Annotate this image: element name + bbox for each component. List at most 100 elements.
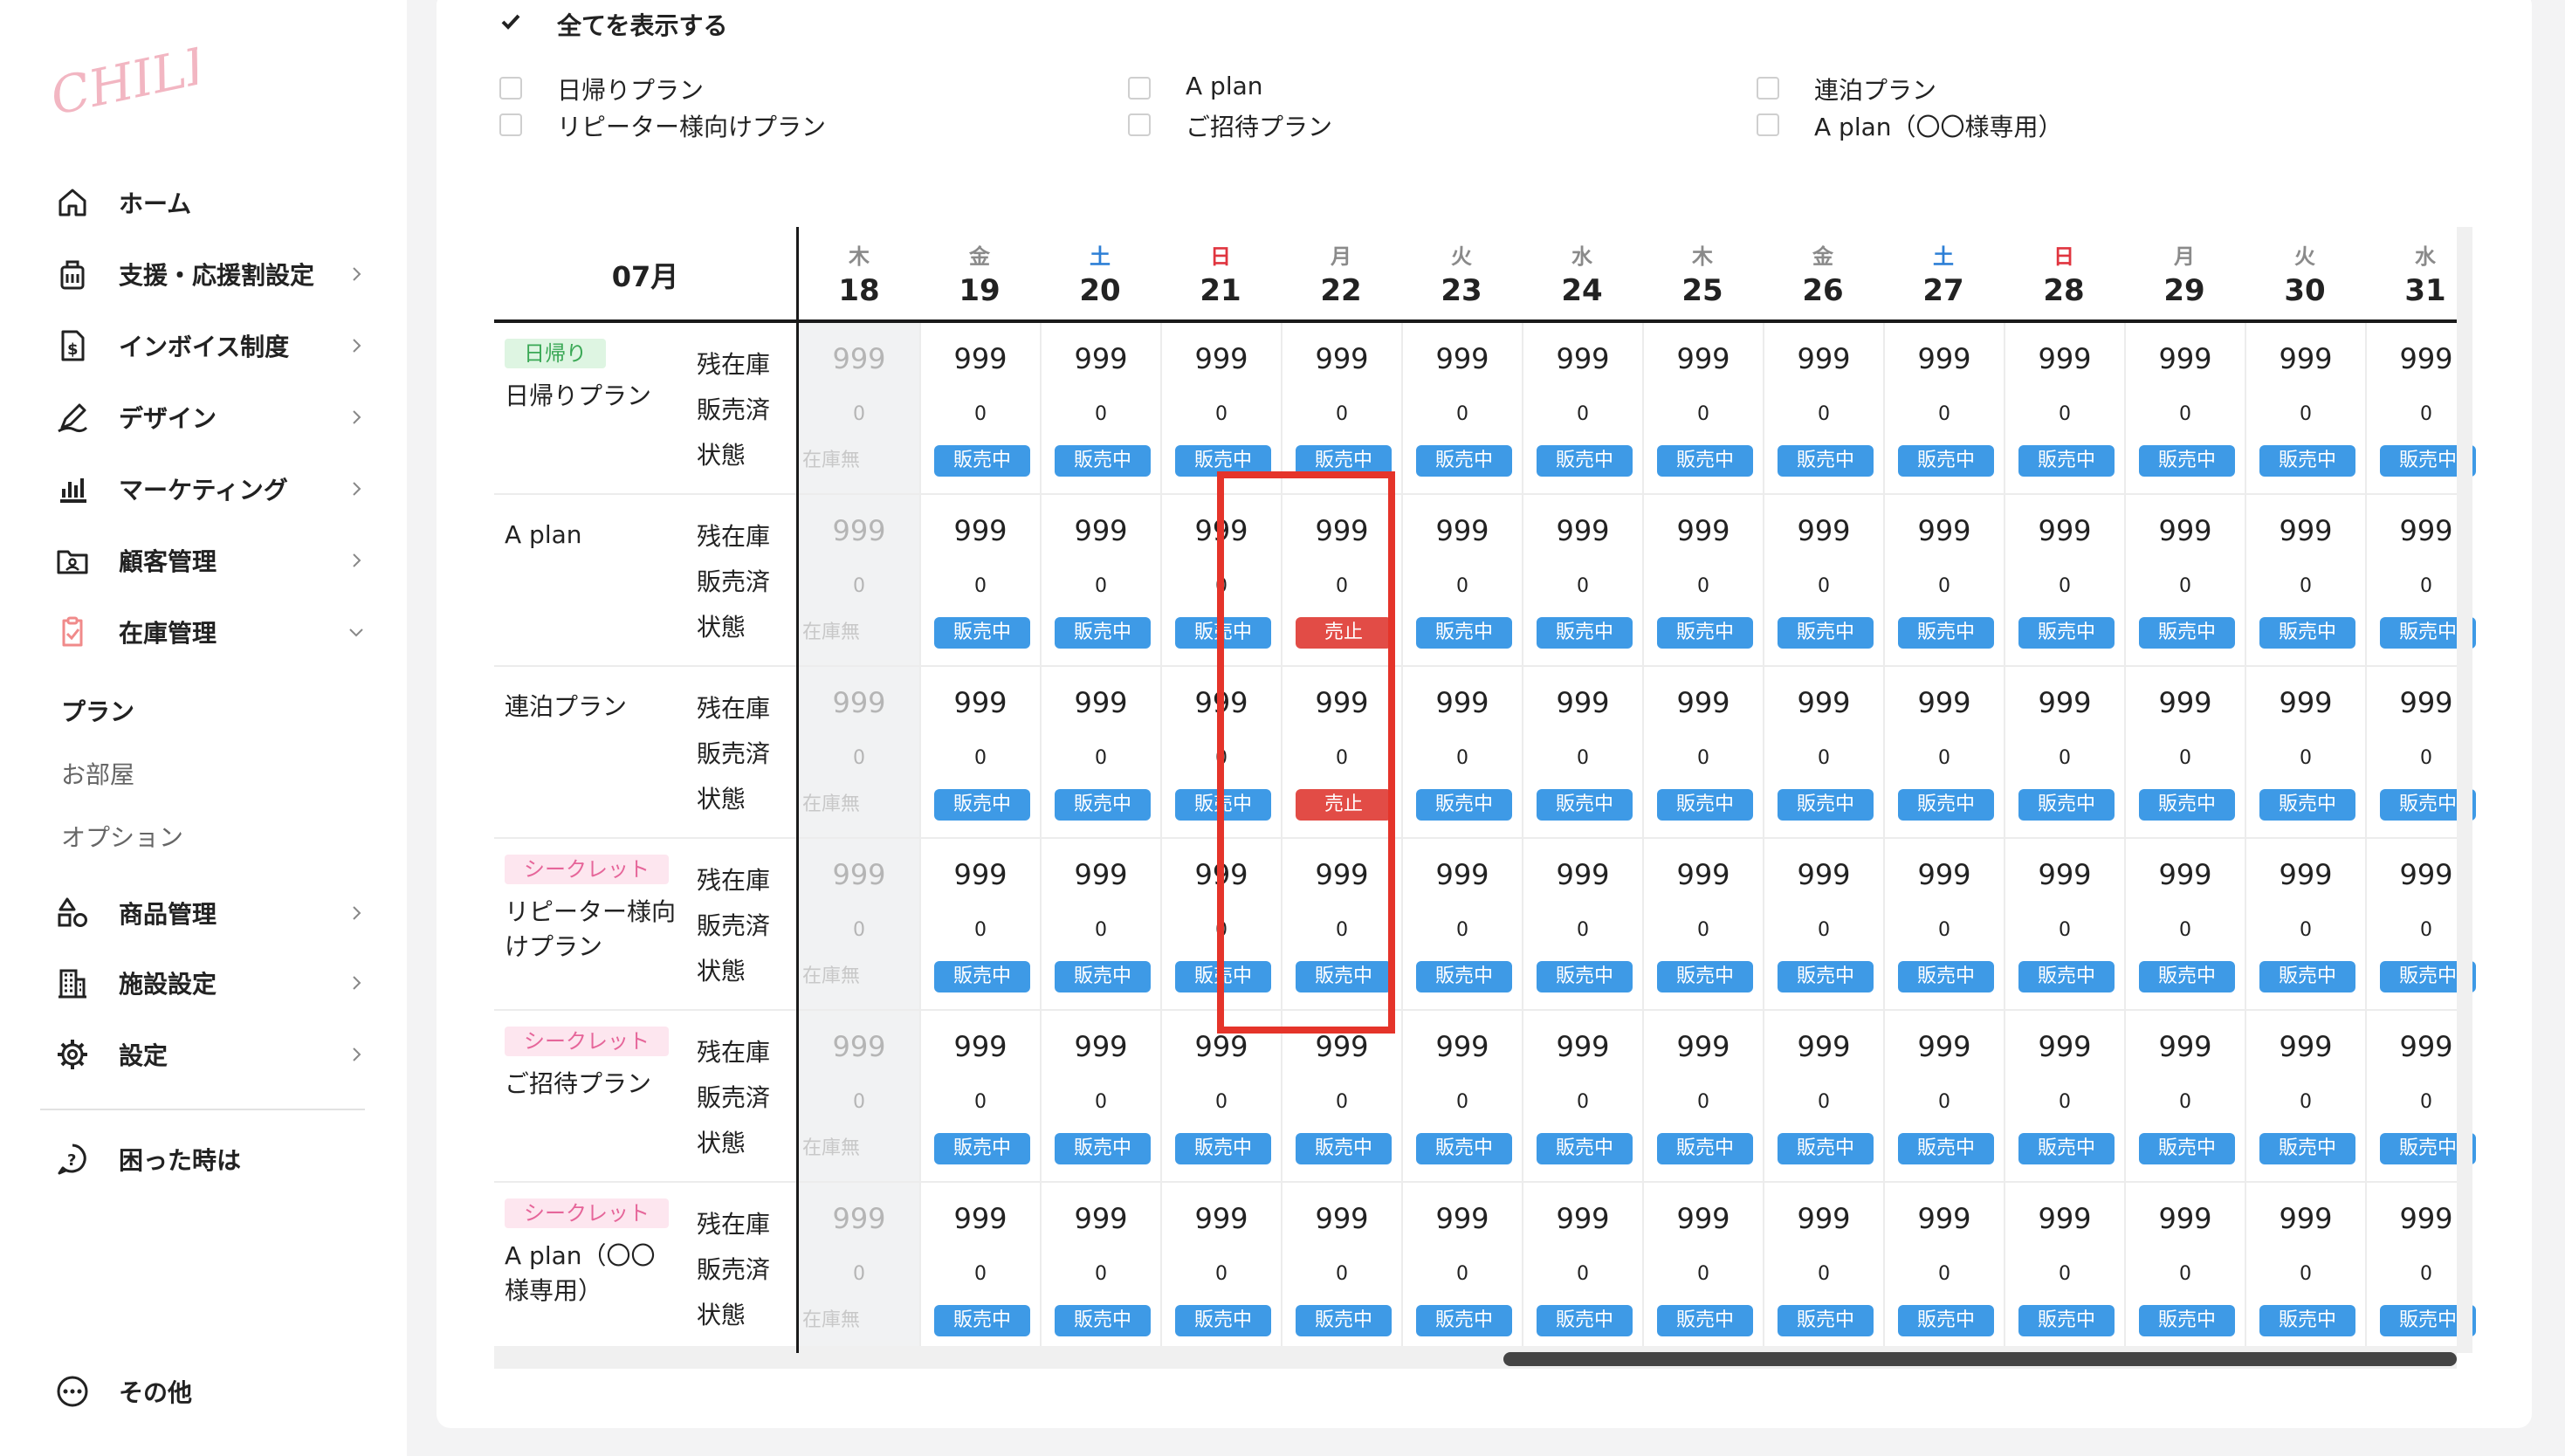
status-badge[interactable]: 販売中 — [1537, 789, 1633, 821]
inventory-cell[interactable]: 999 0 販売中 — [2124, 667, 2245, 837]
stock-count[interactable]: 999 — [921, 514, 1040, 547]
inventory-cell[interactable]: 999 0 販売中 — [2245, 1183, 2365, 1353]
filter-checkbox-daytrip[interactable] — [499, 77, 522, 100]
nav-inventory[interactable]: 在庫管理 — [52, 609, 367, 655]
inventory-cell[interactable]: 999 0 販売中 — [2004, 667, 2124, 837]
status-badge[interactable]: 販売中 — [2139, 789, 2235, 821]
inventory-cell[interactable]: 999 0 販売中 — [1522, 323, 1642, 493]
show-all-checkbox[interactable] — [499, 10, 522, 33]
inventory-cell[interactable]: 999 0 販売中 — [2004, 839, 2124, 1009]
status-badge[interactable]: 販売中 — [1055, 961, 1151, 992]
status-badge[interactable]: 販売中 — [2259, 445, 2355, 477]
inventory-cell[interactable]: 999 0 販売中 — [1160, 495, 1281, 665]
inventory-cell[interactable]: 999 0 販売中 — [2124, 1011, 2245, 1181]
stock-count[interactable]: 999 — [1764, 686, 1883, 719]
stock-count[interactable]: 999 — [799, 686, 919, 719]
stock-count[interactable]: 999 — [1523, 514, 1642, 547]
status-badge[interactable]: 販売中 — [1055, 789, 1151, 821]
stock-count[interactable]: 999 — [1764, 1030, 1883, 1063]
inventory-cell[interactable]: 999 0 販売中 — [1040, 1183, 1160, 1353]
nav-campaign[interactable]: 支援・応援割設定 — [52, 251, 367, 297]
inventory-cell[interactable]: 999 0 販売中 — [1883, 1183, 2004, 1353]
inventory-cell[interactable]: 999 0 販売中 — [919, 1011, 1040, 1181]
inventory-cell[interactable]: 999 0 販売中 — [1401, 323, 1522, 493]
status-badge[interactable]: 販売中 — [1296, 1305, 1392, 1336]
stock-count[interactable]: 999 — [1162, 1202, 1281, 1235]
status-badge[interactable]: 販売中 — [934, 445, 1030, 477]
stock-count[interactable]: 999 — [2005, 686, 2124, 719]
inventory-cell[interactable]: 999 0 販売中 — [2124, 1183, 2245, 1353]
inventory-cell[interactable]: 999 0 在庫無 — [799, 667, 919, 837]
inventory-cell[interactable]: 999 0 販売中 — [1160, 1183, 1281, 1353]
stock-count[interactable]: 999 — [1042, 858, 1160, 891]
inventory-cell[interactable]: 999 0 販売中 — [1522, 667, 1642, 837]
inventory-cell[interactable]: 999 0 販売中 — [1642, 1011, 1763, 1181]
inventory-cell[interactable]: 999 0 販売中 — [1522, 495, 1642, 665]
status-badge[interactable]: 販売中 — [1055, 445, 1151, 477]
status-badge[interactable]: 販売中 — [1657, 617, 1753, 649]
status-badge[interactable]: 販売中 — [1778, 961, 1874, 992]
stock-count[interactable]: 999 — [799, 1202, 919, 1235]
status-badge[interactable]: 販売中 — [2139, 1305, 2235, 1336]
inventory-cell[interactable]: 999 0 販売中 — [1160, 1011, 1281, 1181]
inventory-cell[interactable]: 999 0 販売中 — [1883, 839, 2004, 1009]
status-badge[interactable]: 販売中 — [934, 617, 1030, 649]
status-badge[interactable]: 販売中 — [1898, 789, 1994, 821]
inventory-cell[interactable]: 999 0 販売中 — [1040, 667, 1160, 837]
stock-count[interactable]: 999 — [799, 858, 919, 891]
inventory-cell[interactable]: 999 0 販売中 — [1281, 323, 1401, 493]
status-badge[interactable]: 販売中 — [1175, 1305, 1271, 1336]
plan-name[interactable]: A plan — [505, 518, 679, 553]
inventory-cell[interactable]: 999 0 販売中 — [1160, 839, 1281, 1009]
stock-count[interactable]: 999 — [1644, 858, 1763, 891]
inventory-cell[interactable]: 999 0 販売中 — [1401, 839, 1522, 1009]
stock-count[interactable]: 999 — [799, 342, 919, 375]
plan-name[interactable]: ご招待プラン — [505, 1067, 679, 1102]
chilln-logo[interactable]: CHILL'N — [49, 35, 197, 131]
stock-count[interactable]: 999 — [1042, 514, 1160, 547]
nav-facility[interactable]: 施設設定 — [52, 960, 367, 1006]
stock-count[interactable]: 999 — [1523, 1030, 1642, 1063]
stock-count[interactable]: 999 — [1885, 342, 2004, 375]
stock-count[interactable]: 999 — [2246, 514, 2365, 547]
status-badge[interactable]: 販売中 — [1898, 1305, 1994, 1336]
stock-count[interactable]: 999 — [1403, 858, 1522, 891]
status-badge[interactable]: 販売中 — [1416, 961, 1512, 992]
status-badge[interactable]: 販売中 — [1657, 1305, 1753, 1336]
inventory-cell[interactable]: 999 0 販売中 — [1763, 1183, 1883, 1353]
inventory-cell[interactable]: 999 0 販売中 — [1763, 839, 1883, 1009]
status-badge[interactable]: 販売中 — [1416, 1133, 1512, 1164]
status-badge[interactable]: 販売中 — [934, 789, 1030, 821]
inventory-cell[interactable]: 999 0 販売中 — [1522, 1183, 1642, 1353]
stock-count[interactable]: 999 — [2246, 1202, 2365, 1235]
stock-count[interactable]: 999 — [1644, 1202, 1763, 1235]
status-badge[interactable]: 販売中 — [1537, 1133, 1633, 1164]
stock-count[interactable]: 999 — [1764, 514, 1883, 547]
inventory-cell[interactable]: 999 0 販売中 — [1040, 323, 1160, 493]
inventory-cell[interactable]: 999 0 販売中 — [2004, 323, 2124, 493]
inventory-cell[interactable]: 999 0 販売中 — [919, 495, 1040, 665]
stock-count[interactable]: 999 — [921, 858, 1040, 891]
stock-count[interactable]: 999 — [921, 342, 1040, 375]
subnav-rooms[interactable]: お部屋 — [61, 756, 134, 791]
status-badge[interactable]: 販売中 — [2139, 445, 2235, 477]
status-badge[interactable]: 販売中 — [1175, 961, 1271, 992]
inventory-cell[interactable]: 999 0 販売中 — [2245, 1011, 2365, 1181]
status-badge[interactable]: 販売中 — [1898, 617, 1994, 649]
inventory-cell[interactable]: 999 0 売止 — [1281, 495, 1401, 665]
inventory-cell[interactable]: 999 0 販売中 — [1763, 495, 1883, 665]
inventory-cell[interactable]: 999 0 販売中 — [1281, 1011, 1401, 1181]
nav-other[interactable]: その他 — [52, 1369, 367, 1414]
status-badge[interactable]: 販売中 — [1537, 961, 1633, 992]
inventory-cell[interactable]: 999 0 販売中 — [1883, 495, 2004, 665]
filter-checkbox-invitation[interactable] — [1128, 113, 1151, 136]
inventory-cell[interactable]: 999 0 売止 — [1281, 667, 1401, 837]
status-badge[interactable]: 販売中 — [2259, 617, 2355, 649]
vertical-scrollbar-track[interactable] — [2457, 227, 2472, 1353]
inventory-cell[interactable]: 999 0 販売中 — [1040, 1011, 1160, 1181]
inventory-cell[interactable]: 999 0 販売中 — [919, 667, 1040, 837]
status-badge[interactable]: 販売中 — [2018, 1305, 2115, 1336]
stock-count[interactable]: 999 — [1403, 1202, 1522, 1235]
stock-count[interactable]: 999 — [1885, 1202, 2004, 1235]
stock-count[interactable]: 999 — [1403, 514, 1522, 547]
